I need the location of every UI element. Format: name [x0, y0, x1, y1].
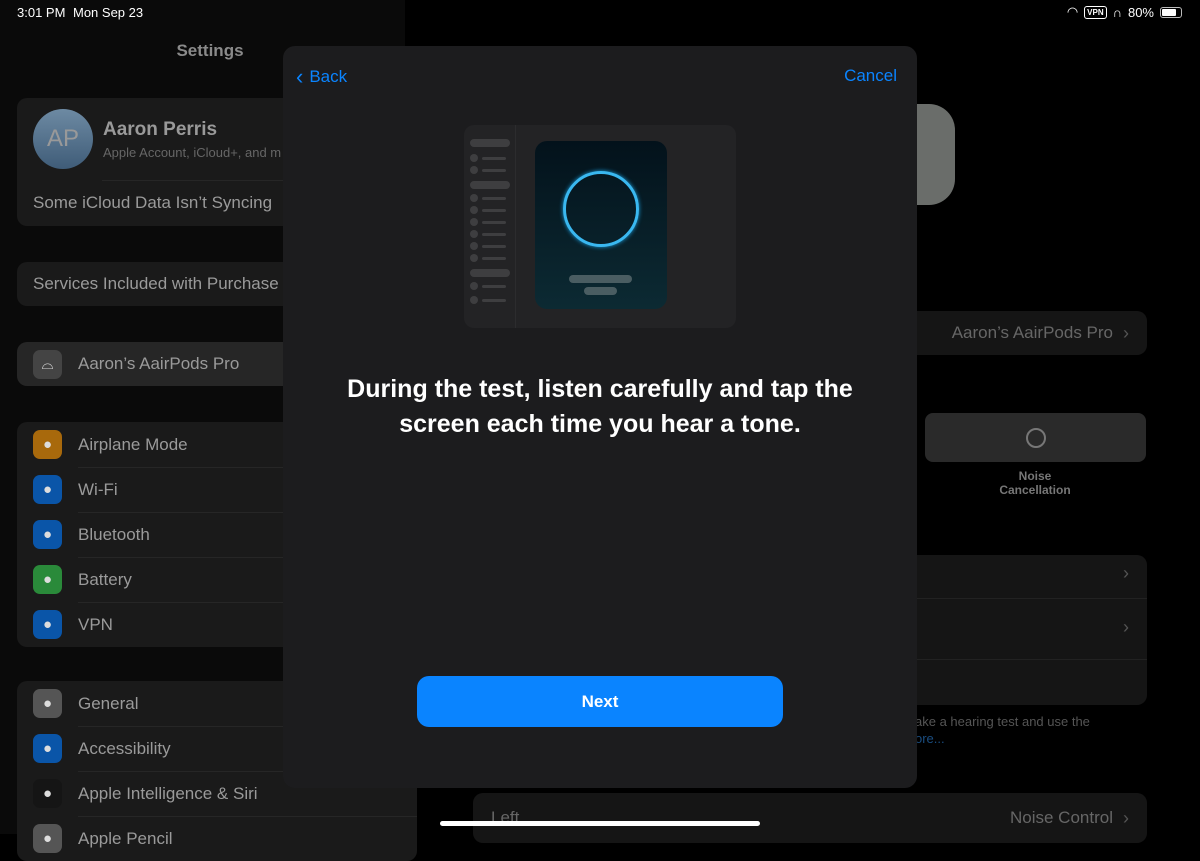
status-bar: 3:01 PM Mon Sep 23 ◠ VPN ∩ 80% — [0, 0, 1200, 24]
chevron-right-icon: › — [1123, 563, 1129, 583]
instruction-text: During the test, listen carefully and ta… — [347, 375, 853, 438]
airpods-case-image — [917, 104, 955, 205]
noise-cancellation-label: Noise Cancellation — [999, 469, 1071, 497]
chevron-right-icon: › — [1123, 617, 1129, 637]
bluetooth-icon: ● — [33, 520, 62, 549]
person-icon — [1025, 427, 1046, 448]
battery-icon — [1160, 6, 1182, 18]
globe-icon: ● — [33, 610, 62, 639]
hearing-test-sheet: ‹ Back Cancel During the test, listen car… — [283, 46, 917, 788]
chevron-right-icon: › — [1123, 807, 1129, 828]
noise-cancellation-option[interactable] — [925, 413, 1146, 462]
headphones-icon: ∩ — [1112, 4, 1122, 20]
siri-icon: ● — [33, 779, 62, 808]
sidebar-item[interactable]: ● Apple Pencil — [17, 816, 417, 861]
vpn-badge: VPN — [1084, 5, 1107, 19]
gear-icon: ● — [33, 689, 62, 718]
chevron-right-icon: › — [1123, 322, 1129, 343]
profile-subtitle: Apple Account, iCloud+, and m — [103, 144, 282, 160]
status-time: 3:01 PM — [17, 5, 66, 20]
wifi-icon: ◠ — [1066, 4, 1079, 19]
home-indicator[interactable] — [440, 821, 760, 826]
noise-control-row[interactable]: Left Noise Control › — [473, 793, 1147, 843]
cancel-button[interactable]: Cancel — [844, 66, 897, 86]
profile-name: Aaron Perris — [103, 118, 218, 140]
battery-icon: ● — [33, 565, 62, 594]
battery-percent: 80% — [1127, 4, 1154, 20]
next-button[interactable]: Next — [417, 676, 783, 727]
accessibility-icon: ● — [33, 734, 62, 763]
status-date: Mon Sep 23 — [73, 5, 144, 20]
learn-more-link[interactable]: ore... — [915, 731, 945, 746]
avatar: AP — [33, 109, 93, 169]
back-button[interactable]: ‹ Back — [296, 64, 347, 90]
chevron-left-icon: ‹ — [296, 64, 304, 89]
hearing-test-illustration — [464, 125, 736, 328]
airpods-icon: ⌓ — [33, 349, 62, 379]
wifi-icon: ● — [33, 475, 62, 504]
airplane-icon: ● — [33, 430, 62, 459]
footer-text: ake a hearing test and use the — [915, 714, 1090, 729]
pencil-icon: ● — [33, 824, 62, 853]
